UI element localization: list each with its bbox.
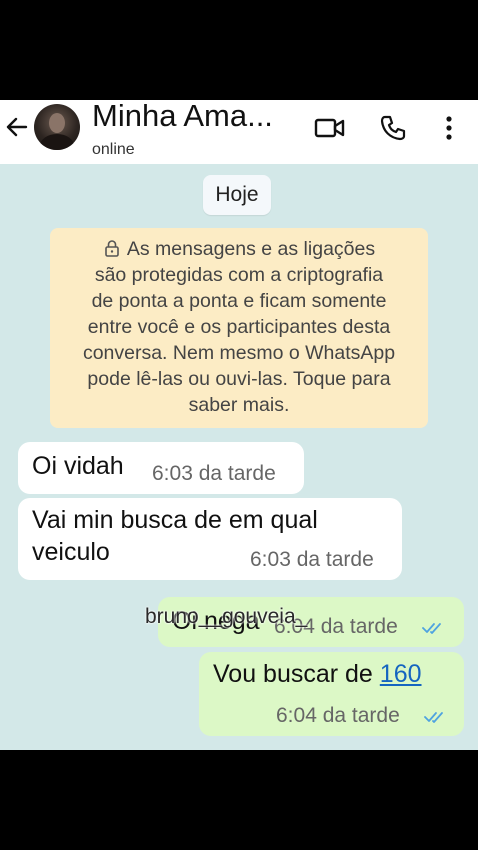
message-bubble-incoming[interactable]: Vai min busca de em qual veiculo 6:03 da… [18,498,402,580]
message-text: Vou buscar de 160 [213,660,422,688]
read-ticks-icon [422,623,441,634]
notice-line: saber mais. [188,394,290,416]
message-link[interactable]: 160 [380,660,422,688]
message-bubble-incoming[interactable]: Oi vidah 6:03 da tarde [18,442,304,494]
notice-line: são protegidas com a criptografia [94,264,384,286]
video-camera-icon[interactable] [314,116,346,140]
contact-name[interactable]: Minha Ama... [92,100,273,134]
more-vertical-icon[interactable] [443,114,455,142]
notice-line: As mensagens e as ligações [50,236,428,262]
watermark: bruno__gouveia_ [145,605,308,628]
lock-icon [105,240,119,257]
notice-line: de ponta a ponta e ficam somente [91,290,387,312]
chat-screen: Minha Ama... online Hoje As mensagens e … [0,100,478,750]
message-time: 6:04 da tarde [276,704,400,727]
arrow-left-icon[interactable] [4,112,30,142]
date-chip: Hoje [203,175,271,215]
notice-line: conversa. Nem mesmo o WhatsApp [82,342,396,364]
read-ticks-icon [424,712,443,723]
message-time: 6:03 da tarde [250,548,374,571]
message-text: veiculo [32,538,110,566]
message-time: 6:03 da tarde [152,462,276,485]
notice-line: pode lê-las ou ouvi-las. Toque para [87,368,391,390]
avatar[interactable] [34,104,80,150]
notice-line: entre você e os participantes desta [87,316,391,338]
phone-icon[interactable] [379,114,407,142]
message-bubble-outgoing[interactable]: Vou buscar de 160 6:04 da tarde [199,652,464,736]
chat-header: Minha Ama... online [0,100,478,164]
encryption-notice[interactable]: As mensagens e as ligações são protegida… [50,228,428,428]
message-text: Vai min busca de em qual [32,506,318,534]
message-text: Oi vidah [32,452,124,480]
contact-status: online [92,141,135,158]
